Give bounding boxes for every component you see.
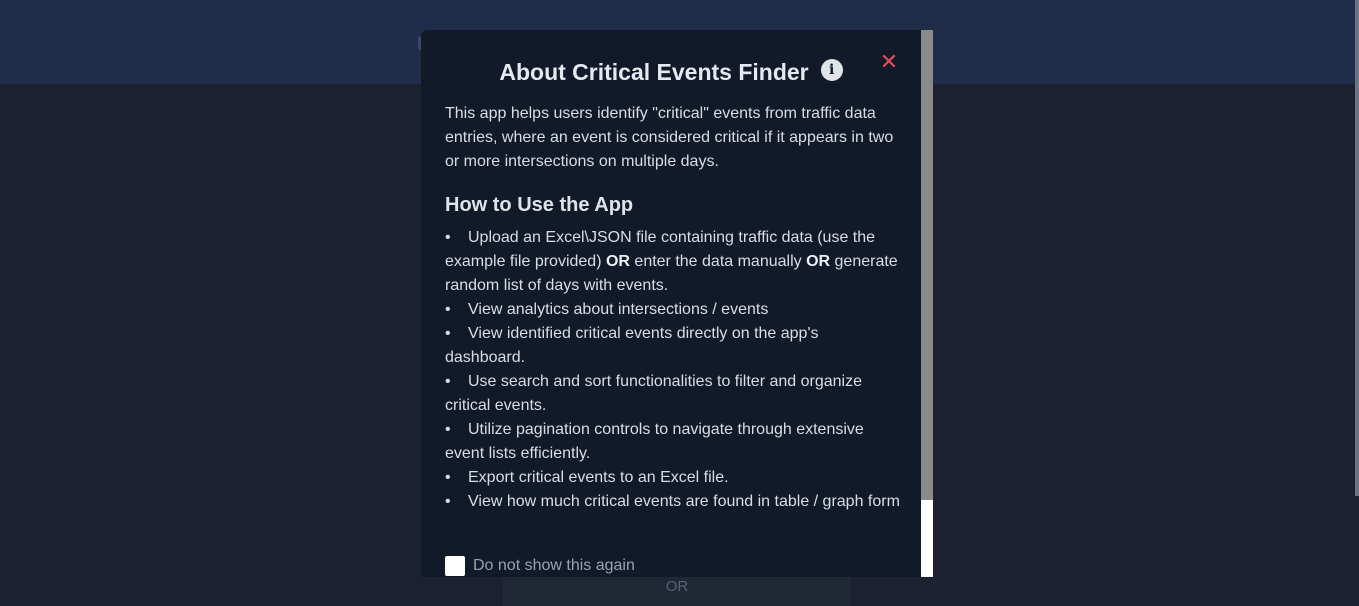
bullet-icon: • (445, 469, 451, 486)
bullet-icon: • (445, 229, 451, 246)
background-or-label: OR (665, 578, 689, 595)
list-item: • Upload an Excel\JSON file containing tr… (445, 226, 901, 298)
modal-scrollbar-thumb[interactable] (921, 30, 933, 500)
about-modal: About Critical Events Finder i ✕ This ap… (421, 30, 933, 577)
bullet-icon: • (445, 421, 451, 438)
modal-scrollbar[interactable] (921, 30, 933, 577)
how-to-list: • Upload an Excel\JSON file containing tr… (445, 226, 901, 514)
do-not-show-again-checkbox[interactable] (445, 556, 465, 576)
how-to-heading: How to Use the App (445, 194, 634, 216)
modal-title: About Critical Events Finder (499, 58, 809, 85)
do-not-show-again-row[interactable]: Do not show this again (445, 555, 635, 577)
list-item: • View identified critical events directl… (445, 322, 901, 370)
bullet-icon: • (445, 373, 451, 390)
list-item: • View how much critical events are found… (445, 490, 901, 514)
list-item: • Use search and sort functionalities to … (445, 370, 901, 418)
do-not-show-again-label[interactable]: Do not show this again (473, 557, 635, 575)
page-scrollbar[interactable] (1355, 0, 1359, 496)
info-icon: i (820, 59, 843, 81)
list-item: • Utilize pagination controls to navigate… (445, 418, 901, 466)
list-item: • View analytics about intersections / ev… (445, 298, 901, 322)
bullet-icon: • (445, 325, 451, 342)
bullet-icon: • (445, 301, 451, 318)
modal-content: About Critical Events Finder i ✕ This ap… (421, 30, 921, 577)
modal-intro-text: This app helps users identify "critical"… (445, 105, 894, 170)
background-or-divider: OR (503, 576, 851, 606)
bullet-icon: • (445, 493, 451, 510)
modal-title-row: About Critical Events Finder i (421, 56, 921, 88)
close-icon[interactable]: ✕ (879, 50, 899, 74)
list-item: • Export critical events to an Excel file… (445, 466, 901, 490)
